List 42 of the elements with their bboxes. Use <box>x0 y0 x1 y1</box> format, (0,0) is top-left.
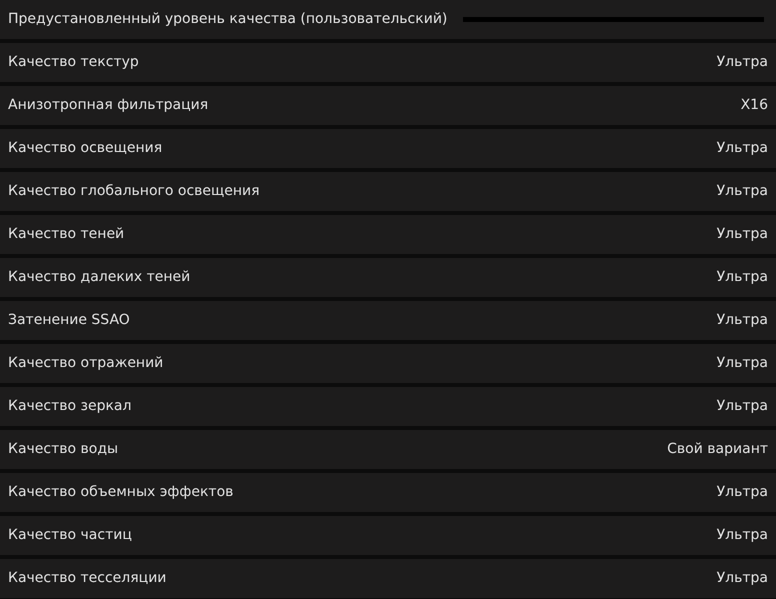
preset-row[interactable]: Предустановленный уровень качества (пользовательский) <box>0 0 776 39</box>
setting-label: Качество теней <box>8 225 124 244</box>
setting-label: Качество объемных эффектов <box>8 483 234 502</box>
preset-slider-track[interactable] <box>463 17 764 22</box>
setting-value: Ультра <box>716 397 768 416</box>
setting-row[interactable]: Качество зеркал Ультра <box>0 387 776 426</box>
setting-row[interactable]: Анизотропная фильтрация X16 <box>0 86 776 125</box>
setting-label: Качество далеких теней <box>8 268 190 287</box>
setting-row[interactable]: Качество частиц Ультра <box>0 516 776 555</box>
setting-row[interactable]: Качество глобального освещения Ультра <box>0 172 776 211</box>
setting-value: Ультра <box>716 483 768 502</box>
setting-value: Ультра <box>716 354 768 373</box>
setting-label: Анизотропная фильтрация <box>8 96 208 115</box>
setting-value: Ультра <box>716 182 768 201</box>
setting-value: Ультра <box>716 268 768 287</box>
setting-row[interactable]: Качество текстур Ультра <box>0 43 776 82</box>
setting-row[interactable]: Затенение SSAO Ультра <box>0 301 776 340</box>
setting-label: Затенение SSAO <box>8 311 130 330</box>
setting-label: Качество отражений <box>8 354 164 373</box>
setting-label: Качество освещения <box>8 139 162 158</box>
setting-label: Качество тесселяции <box>8 569 166 588</box>
setting-value: Ультра <box>716 569 768 588</box>
setting-value: Ультра <box>716 53 768 72</box>
setting-row[interactable]: Качество далеких теней Ультра <box>0 258 776 297</box>
setting-row[interactable]: Качество освещения Ультра <box>0 129 776 168</box>
setting-value: Ультра <box>716 311 768 330</box>
setting-label: Качество зеркал <box>8 397 132 416</box>
setting-label: Качество глобального освещения <box>8 182 260 201</box>
setting-row[interactable]: Качество воды Свой вариант <box>0 430 776 469</box>
setting-value: Ультра <box>716 225 768 244</box>
setting-row[interactable]: Качество отражений Ультра <box>0 344 776 383</box>
setting-value: X16 <box>740 96 768 115</box>
setting-row[interactable]: Качество объемных эффектов Ультра <box>0 473 776 512</box>
setting-row[interactable]: Качество тесселяции Ультра <box>0 559 776 598</box>
setting-value: Ультра <box>716 139 768 158</box>
setting-label: Качество текстур <box>8 53 139 72</box>
setting-row[interactable]: Качество теней Ультра <box>0 215 776 254</box>
setting-value: Ультра <box>716 526 768 545</box>
setting-label: Качество частиц <box>8 526 132 545</box>
setting-label: Качество воды <box>8 440 118 459</box>
setting-value: Свой вариант <box>667 440 768 459</box>
preset-label: Предустановленный уровень качества (пользовательский) <box>8 10 448 29</box>
